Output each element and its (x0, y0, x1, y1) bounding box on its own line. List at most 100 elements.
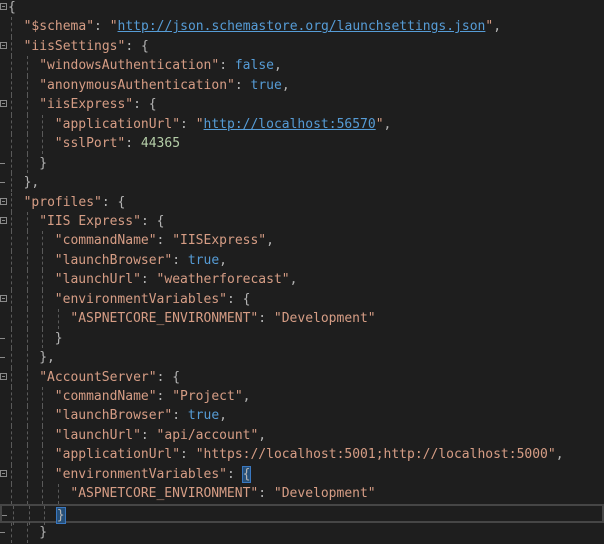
collapse-toggle-icon[interactable] (0, 216, 7, 224)
json-boolean: true (187, 252, 220, 268)
code-line-current[interactable]: } (0, 503, 604, 526)
text-cursor (64, 507, 66, 523)
punctuation: : (140, 427, 157, 443)
collapse-toggle-icon[interactable] (0, 294, 7, 302)
json-string: "Development" (273, 486, 376, 502)
indent-guide (11, 425, 12, 446)
punctuation: , (266, 233, 274, 249)
code-text: "applicationUrl": "http://localhost:5657… (55, 115, 392, 134)
brace-highlighted: { (241, 465, 252, 483)
code-line[interactable]: "launchUrl": "api/account", (0, 425, 604, 446)
code-line[interactable]: "commandName": "IISExpress", (0, 231, 604, 251)
code-text: "iisExpress": { (39, 95, 156, 114)
punctuation: : (125, 38, 141, 54)
indent-guide (11, 328, 12, 349)
code-line[interactable]: "ASPNETCORE_ENVIRONMENT": "Development" (0, 309, 604, 329)
code-line[interactable]: "sslPort": 44365 (0, 134, 604, 154)
code-text: "IIS Express": { (39, 212, 164, 231)
code-line[interactable]: "applicationUrl": "http://localhost:5657… (0, 114, 604, 135)
code-text: } (55, 329, 63, 348)
indent-guide (11, 153, 12, 174)
code-line[interactable]: "profiles": { (0, 192, 604, 212)
punctuation: , (219, 408, 227, 424)
collapse-toggle-icon[interactable] (0, 197, 7, 205)
code-text: "ASPNETCORE_ENVIRONMENT": "Development" (70, 309, 375, 328)
code-text: } (39, 523, 47, 542)
code-line[interactable]: "AccountServer": { (0, 367, 604, 387)
punctuation: , (383, 116, 392, 132)
json-key: "launchUrl" (54, 272, 141, 288)
code-line[interactable]: { (0, 0, 604, 17)
indent-guide (11, 523, 12, 543)
code-text: "launchUrl": "api/account", (55, 426, 266, 445)
url-link[interactable]: http://json.schemastore.org/launchsettin… (118, 19, 486, 34)
json-key: "profiles" (23, 194, 102, 210)
fold-end-marker (2, 514, 7, 516)
code-line[interactable]: } (0, 328, 604, 349)
indent-guide (11, 75, 12, 96)
code-line[interactable]: }, (0, 348, 604, 368)
code-line[interactable]: "launchBrowser": true, (0, 250, 604, 271)
indent-guide (26, 231, 28, 251)
code-text: "windowsAuthentication": false, (39, 56, 282, 75)
code-line[interactable]: "applicationUrl": "https://localhost:500… (0, 445, 604, 465)
code-line[interactable]: "iisExpress": { (0, 95, 604, 115)
json-string: "IISExpress" (172, 233, 267, 249)
json-key: "windowsAuthentication" (39, 58, 220, 74)
code-text: "AccountServer": { (39, 368, 180, 387)
code-text: "launchBrowser": true, (55, 251, 227, 270)
code-text: "environmentVariables": { (55, 290, 251, 309)
indent-guide (42, 445, 44, 465)
json-key: "IIS Express" (39, 213, 141, 229)
code-line[interactable]: } (0, 153, 604, 174)
fold-end-marker (0, 337, 5, 339)
collapse-toggle-icon[interactable] (0, 100, 7, 108)
collapse-toggle-icon[interactable] (0, 41, 7, 49)
punctuation: : (125, 136, 141, 152)
code-line[interactable]: "windowsAuthentication": false, (0, 56, 604, 76)
json-key: "iisSettings" (23, 38, 126, 54)
url-link[interactable]: http://localhost:56570 (204, 117, 376, 132)
code-line[interactable]: "environmentVariables": { (0, 289, 604, 310)
json-key: "launchBrowser" (54, 408, 173, 424)
indent-guide (57, 309, 59, 329)
brace: { (117, 194, 126, 210)
collapse-toggle-icon[interactable] (0, 469, 7, 477)
indent-guide (11, 17, 12, 37)
indent-guide (11, 231, 12, 251)
punctuation: : (156, 369, 173, 385)
brace: { (242, 291, 251, 307)
code-line[interactable]: "launchBrowser": true, (0, 406, 604, 426)
indent-guide (42, 289, 44, 310)
code-line[interactable]: "IIS Express": { (0, 211, 604, 232)
code-line[interactable]: "iisSettings": { (0, 36, 604, 57)
code-line[interactable]: "anonymousAuthentication": true, (0, 75, 604, 96)
indent-guide (26, 56, 28, 76)
json-string: " (375, 116, 384, 132)
code-line[interactable]: "environmentVariables": { (0, 464, 604, 485)
punctuation: , (274, 58, 282, 74)
code-line[interactable]: "commandName": "Project", (0, 387, 604, 407)
punctuation: : (258, 311, 274, 327)
code-line[interactable]: } (0, 523, 604, 543)
json-key: "applicationUrl" (54, 116, 181, 132)
code-line[interactable]: "ASPNETCORE_ENVIRONMENT": "Development" (0, 484, 604, 504)
json-number: 44365 (140, 136, 181, 152)
indent-guide (11, 56, 12, 76)
punctuation: : (101, 194, 118, 210)
json-string: " (109, 19, 118, 35)
punctuation: : (156, 389, 173, 404)
indent-guide (11, 250, 12, 271)
indent-guide (42, 114, 44, 135)
code-line[interactable]: "$schema": "http://json.schemastore.org/… (0, 17, 604, 37)
punctuation: , (289, 272, 298, 288)
collapse-toggle-icon[interactable] (0, 372, 7, 380)
indent-guide (26, 328, 28, 349)
code-text: { (8, 0, 16, 17)
indent-guide (11, 270, 12, 290)
collapse-toggle-icon[interactable] (0, 3, 7, 10)
json-key: "launchBrowser" (54, 252, 173, 268)
code-line[interactable]: "launchUrl": "weatherforecast", (0, 270, 604, 290)
code-line[interactable]: }, (0, 173, 604, 193)
json-boolean: false (234, 58, 274, 74)
